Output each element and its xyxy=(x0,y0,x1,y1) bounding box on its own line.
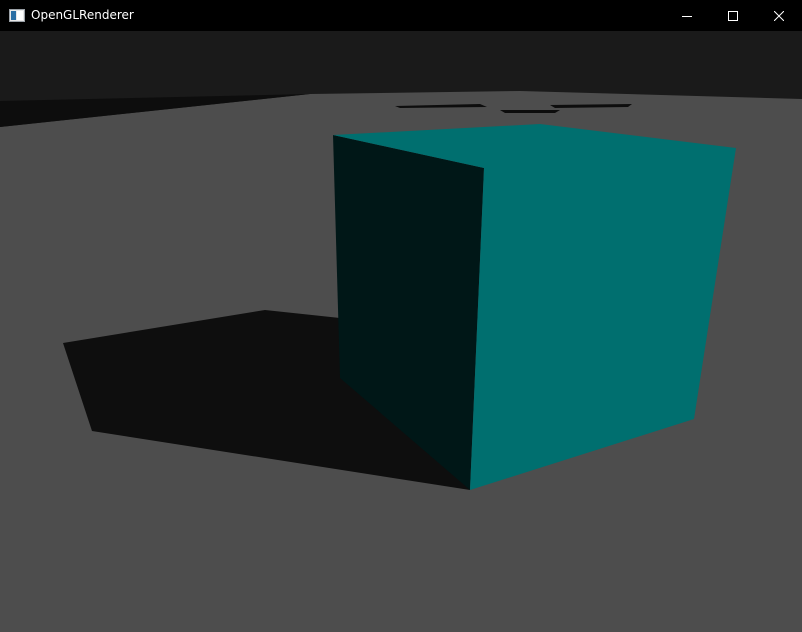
render-viewport[interactable] xyxy=(0,31,802,632)
close-button[interactable] xyxy=(756,0,802,31)
title-bar[interactable]: OpenGLRenderer xyxy=(0,0,802,31)
window-title: OpenGLRenderer xyxy=(31,8,134,22)
close-icon xyxy=(774,10,784,21)
maximize-icon xyxy=(728,10,738,21)
app-window-icon xyxy=(9,9,25,22)
maximize-button[interactable] xyxy=(710,0,756,31)
minimize-button[interactable] xyxy=(664,0,710,31)
scene-far-shadow-strip-2 xyxy=(500,110,560,113)
app-window: OpenGLRenderer xyxy=(0,0,802,632)
minimize-icon xyxy=(682,15,692,17)
